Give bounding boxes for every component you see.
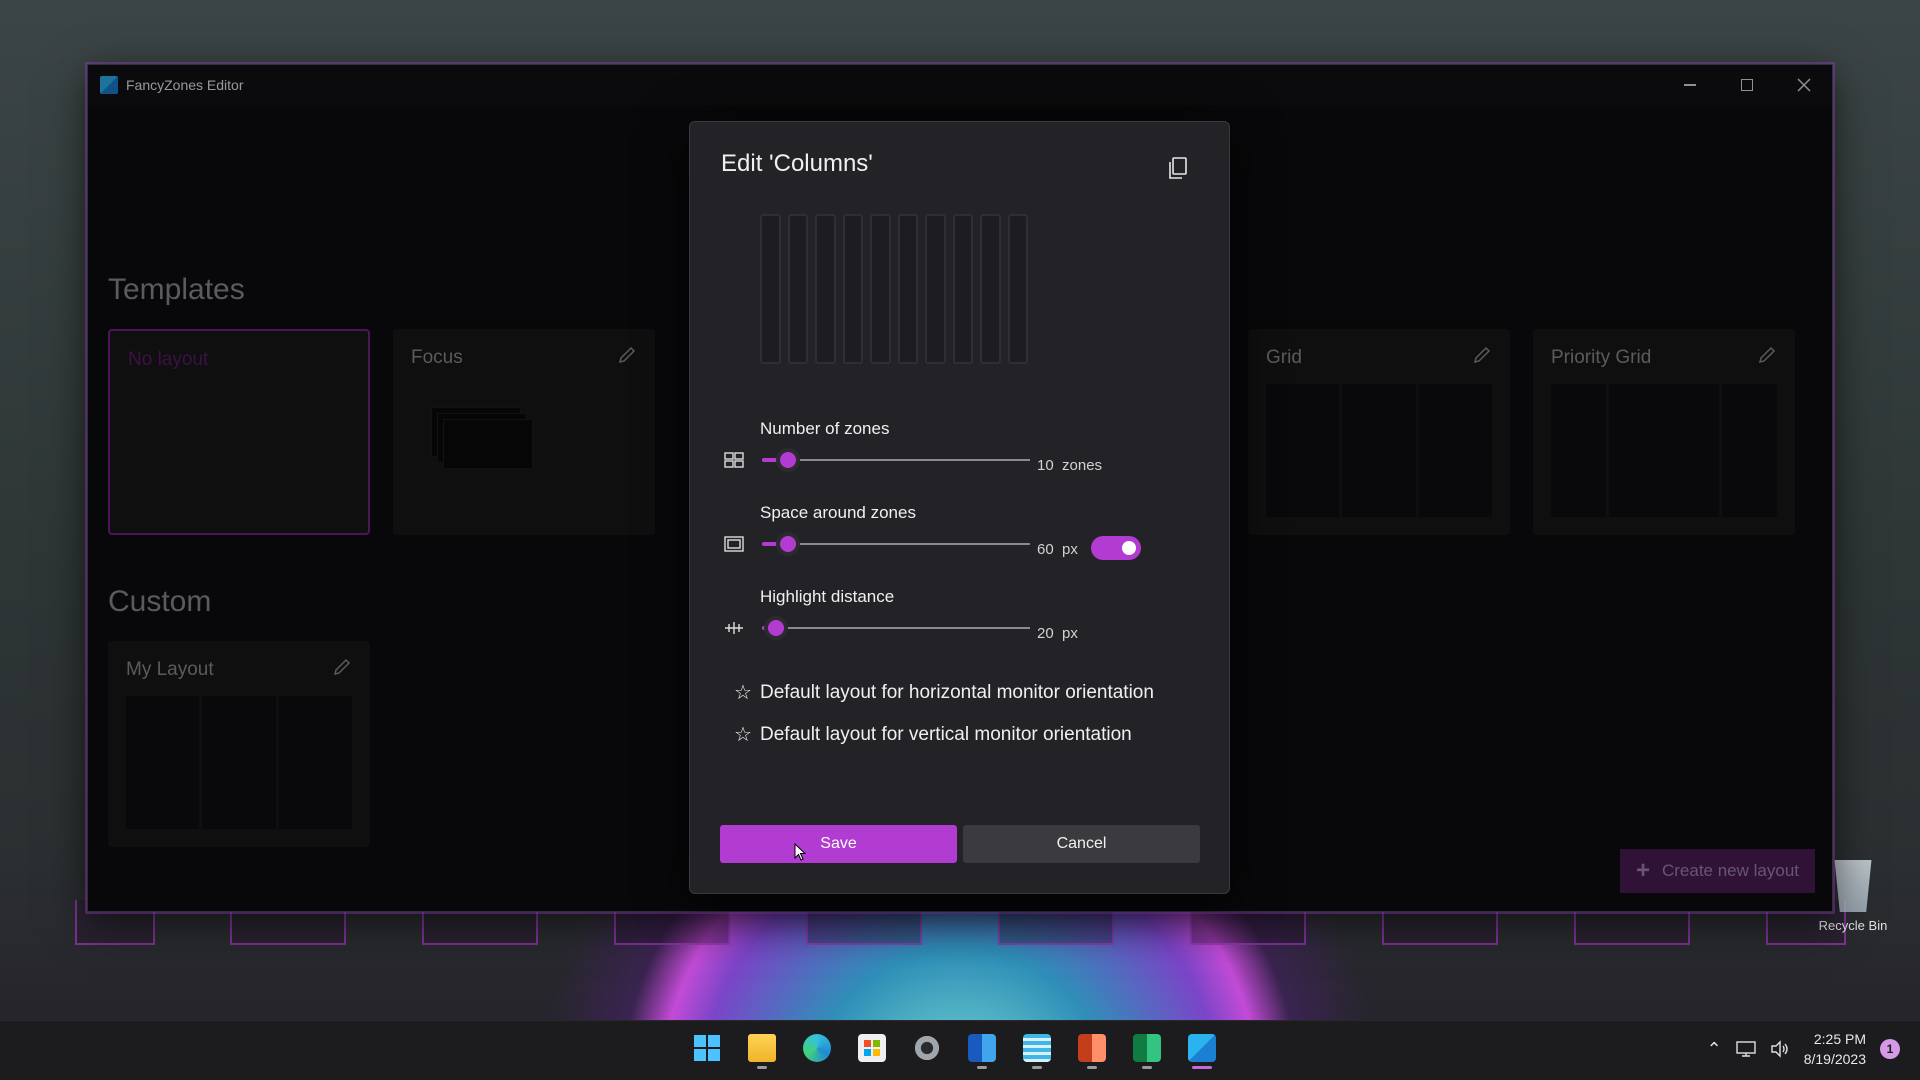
zone-preview-column <box>1007 214 1028 364</box>
recycle-bin-label: Recycle Bin <box>1818 918 1888 933</box>
slider-thumb[interactable] <box>776 448 800 472</box>
star-icon: ☆ <box>734 682 752 704</box>
word-icon <box>968 1034 996 1062</box>
word-button[interactable] <box>965 1029 999 1069</box>
star-icon: ☆ <box>734 724 752 746</box>
number-of-zones-slider[interactable] <box>762 445 1030 475</box>
default-vertical-label: Default layout for vertical monitor orie… <box>760 723 1132 745</box>
volume-icon[interactable] <box>1770 1040 1790 1058</box>
default-vertical-checkbox[interactable]: ☆ Default layout for vertical monitor or… <box>734 722 1132 747</box>
settings-icon <box>913 1034 941 1062</box>
highlight-distance-value: 20 px <box>1037 625 1078 642</box>
chevron-up-icon[interactable]: ⌃ <box>1707 1039 1722 1060</box>
mouse-cursor-icon <box>794 843 806 861</box>
edge-button[interactable] <box>800 1029 834 1067</box>
space-around-zones-value: 60 px <box>1037 541 1078 558</box>
highlight-distance-slider[interactable] <box>762 613 1030 643</box>
powerpoint-button[interactable] <box>1075 1029 1109 1069</box>
excel-icon <box>1133 1034 1161 1062</box>
taskbar-apps <box>690 1029 1219 1069</box>
notification-badge[interactable]: 1 <box>1880 1039 1900 1059</box>
zones-icon <box>724 452 744 468</box>
notepad-icon <box>1023 1034 1051 1062</box>
dialog-title: Edit 'Columns' <box>721 150 873 177</box>
powerpoint-icon <box>1078 1034 1106 1062</box>
default-horizontal-label: Default layout for horizontal monitor or… <box>760 681 1154 703</box>
network-icon[interactable] <box>1736 1040 1756 1058</box>
zone-preview-column <box>842 214 863 364</box>
zone-preview-column <box>870 214 891 364</box>
start-button[interactable] <box>690 1029 724 1067</box>
number-of-zones-label: Number of zones <box>760 419 890 438</box>
taskbar: ⌃ 2:25 PM 8/19/2023 1 <box>0 1020 1920 1080</box>
clock-time: 2:25 PM <box>1813 1031 1866 1047</box>
zone-preview-column <box>787 214 808 364</box>
space-around-zones-toggle[interactable] <box>1091 536 1141 560</box>
recycle-bin-icon <box>1834 860 1872 912</box>
zone-preview-column <box>897 214 918 364</box>
file-explorer-button[interactable] <box>745 1029 779 1069</box>
slider-thumb[interactable] <box>764 616 788 640</box>
notepad-button[interactable] <box>1020 1029 1054 1069</box>
clock[interactable]: 2:25 PM 8/19/2023 <box>1804 1029 1866 1069</box>
slider-thumb[interactable] <box>776 532 800 556</box>
store-icon <box>858 1034 886 1062</box>
space-around-icon <box>724 536 744 552</box>
highlight-distance-icon <box>725 622 743 634</box>
highlight-distance-label: Highlight distance <box>760 587 895 606</box>
file-explorer-icon <box>748 1034 776 1062</box>
zone-preview-column <box>760 214 781 364</box>
zones-preview <box>760 214 1028 364</box>
edge-icon <box>803 1034 831 1062</box>
save-button[interactable]: Save <box>720 825 957 863</box>
clock-date: 8/19/2023 <box>1803 1051 1866 1067</box>
zone-preview-column <box>815 214 836 364</box>
store-button[interactable] <box>855 1029 889 1067</box>
space-around-zones-slider[interactable] <box>762 529 1030 559</box>
start-icon <box>694 1035 720 1061</box>
zone-preview-column <box>952 214 973 364</box>
duplicate-layout-icon[interactable] <box>1167 156 1189 180</box>
edit-layout-dialog: Edit 'Columns' Number of zones 10 zones … <box>689 121 1230 894</box>
default-horizontal-checkbox[interactable]: ☆ Default layout for horizontal monitor … <box>734 680 1154 705</box>
system-tray: ⌃ 2:25 PM 8/19/2023 1 <box>1707 1029 1900 1069</box>
powertoys-icon <box>1188 1034 1216 1062</box>
excel-button[interactable] <box>1130 1029 1164 1069</box>
space-around-zones-label: Space around zones <box>760 503 916 522</box>
zone-preview-column <box>980 214 1001 364</box>
cancel-button[interactable]: Cancel <box>963 825 1200 863</box>
settings-button[interactable] <box>910 1029 944 1067</box>
zone-preview-column <box>925 214 946 364</box>
number-of-zones-value: 10 zones <box>1037 457 1103 474</box>
powertoys-button[interactable] <box>1185 1029 1219 1069</box>
